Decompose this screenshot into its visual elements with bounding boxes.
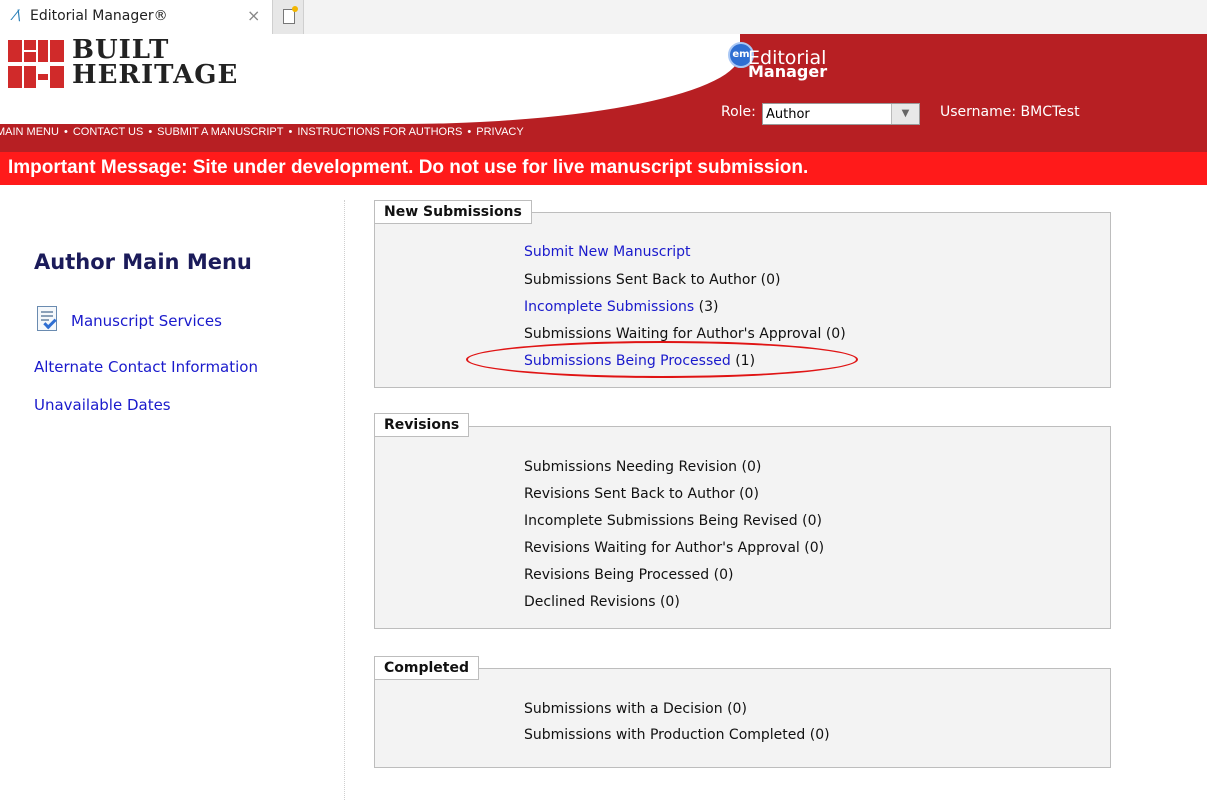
author-main-menu-title: Author Main Menu (34, 250, 252, 274)
editorial-manager-favicon-icon: ⁄\ (14, 8, 22, 24)
list-item: Incomplete Submissions Being Revised (0) (524, 513, 822, 529)
incomplete-submissions-count: (3) (694, 299, 719, 315)
nav-main-menu[interactable]: MAIN MENU (0, 126, 59, 138)
list-item: Declined Revisions (0) (524, 594, 680, 610)
nav-home[interactable]: HOME (0, 109, 29, 121)
browser-tab[interactable]: ⁄\ Editorial Manager® × (0, 0, 272, 34)
top-nav-row-1: HOME•LOGOUT•HELP•REGISTER•UPDATE MY INFO… (0, 109, 720, 121)
top-nav-row-2: MAIN MENU • CONTACT US • SUBMIT A MANUSCRIPT… (0, 126, 720, 138)
incomplete-submissions-link[interactable]: Incomplete Submissions (524, 299, 694, 315)
submit-new-manuscript-link[interactable]: Submit New Manuscript (524, 244, 691, 260)
nav-privacy[interactable]: PRIVACY (476, 126, 523, 138)
list-item: Submissions with Production Completed (0… (524, 727, 830, 743)
manuscript-services-link[interactable]: Manuscript Services (71, 312, 222, 330)
submissions-being-processed-link[interactable]: Submissions Being Processed (524, 353, 731, 369)
site-header: BUILT HERITAGE HOME•LOGOUT•HELP•REGISTER… (0, 34, 1207, 152)
built-heritage-logo-icon (8, 40, 64, 90)
nav-journal-overview[interactable]: JOURNAL OVERVIEW (372, 109, 485, 121)
browser-tab-bar: ⁄\ Editorial Manager® × (0, 0, 1207, 34)
important-message-text: Important Message: Site under developmen… (8, 157, 809, 178)
close-tab-icon[interactable]: × (247, 6, 260, 25)
list-item: Submit New Manuscript (524, 244, 691, 260)
unavailable-dates-link[interactable]: Unavailable Dates (34, 396, 171, 414)
nav-contact-us[interactable]: CONTACT US (73, 126, 144, 138)
revisions-legend: Revisions (374, 413, 470, 437)
list-item: Revisions Being Processed (0) (524, 567, 734, 583)
important-message-bar: Important Message: Site under developmen… (0, 152, 1207, 185)
new-tab-icon (283, 6, 298, 24)
list-item: Submissions with a Decision (0) (524, 701, 747, 717)
nav-instructions-for-authors[interactable]: INSTRUCTIONS FOR AUTHORS (297, 126, 462, 138)
role-select[interactable]: Author ▼ (762, 103, 920, 125)
built-heritage-logo-text: BUILT HERITAGE (72, 35, 239, 90)
tab-title: Editorial Manager® (30, 8, 168, 24)
role-select-value: Author (766, 107, 810, 122)
new-tab-button[interactable] (272, 0, 304, 34)
nav-logout[interactable]: LOGOUT (43, 109, 89, 121)
submissions-sent-back-item: Submissions Sent Back to Author (0) (524, 272, 781, 288)
alternate-contact-information-link[interactable]: Alternate Contact Information (34, 358, 258, 376)
new-submissions-legend: New Submissions (374, 200, 532, 224)
submissions-being-processed-count: (1) (730, 353, 756, 369)
submissions-waiting-approval-item: Submissions Waiting for Author's Approva… (524, 326, 846, 342)
nav-submit-a-manuscript[interactable]: SUBMIT A MANUSCRIPT (157, 126, 283, 138)
list-item: Revisions Sent Back to Author (0) (524, 486, 759, 502)
chevron-down-icon[interactable]: ▼ (891, 104, 919, 124)
column-divider (344, 200, 345, 800)
list-item: Submissions Needing Revision (0) (524, 459, 762, 475)
username-display: Username: BMCTest (940, 104, 1080, 120)
nav-help[interactable]: HELP (103, 109, 132, 121)
completed-legend: Completed (374, 656, 480, 680)
role-label: Role: (721, 104, 756, 120)
list-item: Revisions Waiting for Author's Approval … (524, 540, 825, 556)
list-item: Incomplete Submissions (3) (524, 299, 719, 315)
list-item: Submissions Being Processed (1) (524, 353, 755, 369)
completed-panel (374, 668, 1111, 768)
nav-update-my-information[interactable]: UPDATE MY INFORMATION (216, 109, 358, 121)
nav-register[interactable]: REGISTER (146, 109, 202, 121)
manuscript-services-icon (37, 306, 57, 331)
